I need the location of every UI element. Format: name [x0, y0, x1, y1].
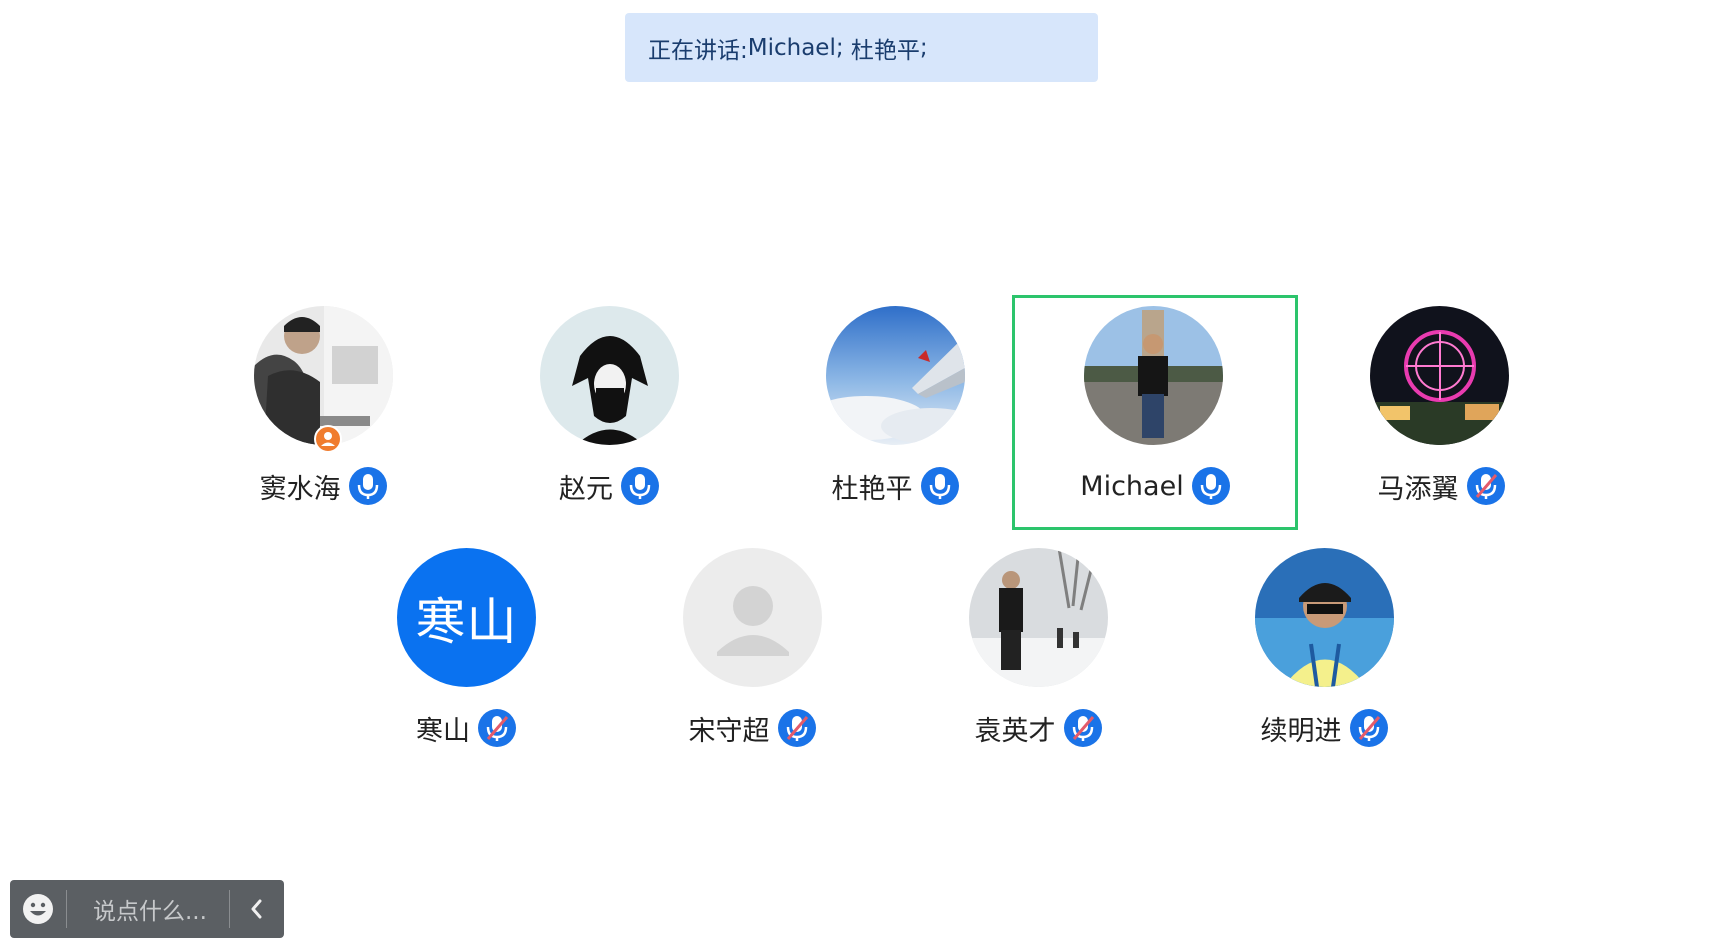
smiley-icon[interactable]	[10, 880, 66, 938]
participant-name: 袁英才	[974, 715, 1056, 747]
participant-name-row: 杜艳平	[752, 465, 1038, 507]
mic-muted-icon[interactable]	[777, 709, 816, 747]
mic-muted-icon[interactable]	[1349, 709, 1388, 747]
mic-on-icon[interactable]	[348, 467, 387, 505]
participant-name-row: Michael	[1012, 465, 1298, 507]
avatar	[1255, 548, 1394, 687]
avatar	[826, 306, 965, 445]
participant-tile[interactable]: 宋守超	[609, 537, 895, 772]
meeting-stage: 正在讲话: Michael ; 杜艳平 ; 窦水海 赵元 杜艳平 Michael…	[0, 0, 1716, 945]
participant-name: 宋守超	[688, 715, 770, 747]
avatar	[1370, 306, 1509, 445]
participant-tile[interactable]: 赵元	[466, 295, 752, 530]
avatar	[1084, 306, 1223, 445]
participant-tile[interactable]: 窦水海	[180, 295, 466, 530]
participant-name-row: 续明进	[1181, 707, 1467, 749]
avatar	[540, 306, 679, 445]
mic-muted-icon[interactable]	[1466, 467, 1505, 505]
participant-tile[interactable]: 续明进	[1181, 537, 1467, 772]
participant-name-row: 宋守超	[609, 707, 895, 749]
speaking-name: 杜艳平	[850, 37, 920, 64]
participant-name-row: 袁英才	[895, 707, 1181, 749]
avatar	[969, 548, 1108, 687]
mic-on-icon[interactable]	[1191, 467, 1230, 505]
participant-name-row: 马添翼	[1298, 465, 1584, 507]
participant-name: 赵元	[559, 473, 613, 505]
default-user-avatar	[683, 548, 822, 687]
participant-tile[interactable]: 袁英才	[895, 537, 1181, 772]
participant-tile-active[interactable]: Michael	[1012, 295, 1298, 530]
participant-name: 杜艳平	[831, 473, 913, 505]
avatar	[254, 306, 393, 445]
chat-bar: 说点什么...	[10, 880, 284, 938]
participant-name: 马添翼	[1377, 473, 1459, 505]
participant-tile[interactable]: 马添翼	[1298, 295, 1584, 530]
chevron-left-icon[interactable]	[230, 880, 284, 938]
participant-name-row: 寒山	[323, 707, 609, 749]
participant-name: 窦水海	[259, 473, 341, 505]
speaking-separator: ;	[835, 34, 851, 61]
participant-name: 续明进	[1260, 715, 1342, 747]
host-badge	[314, 425, 342, 453]
mic-muted-icon[interactable]	[478, 709, 516, 747]
participant-name-row: 赵元	[466, 465, 752, 507]
participant-tile[interactable]: 寒山 寒山	[323, 537, 609, 772]
participant-name: Michael	[1080, 470, 1184, 502]
participant-name: 寒山	[416, 715, 470, 747]
speaking-suffix: ;	[919, 34, 928, 61]
avatar-initials: 寒山	[397, 548, 536, 687]
participant-name-row: 窦水海	[180, 465, 466, 507]
speaking-name: Michael	[747, 34, 836, 61]
participant-tile[interactable]: 杜艳平	[752, 295, 1038, 530]
mic-on-icon[interactable]	[920, 467, 959, 505]
speaking-prefix: 正在讲话:	[648, 37, 748, 64]
mic-on-icon[interactable]	[621, 467, 659, 505]
chat-input[interactable]: 说点什么...	[67, 880, 229, 938]
speaking-banner: 正在讲话: Michael ; 杜艳平 ;	[625, 13, 1098, 82]
mic-muted-icon[interactable]	[1063, 709, 1102, 747]
